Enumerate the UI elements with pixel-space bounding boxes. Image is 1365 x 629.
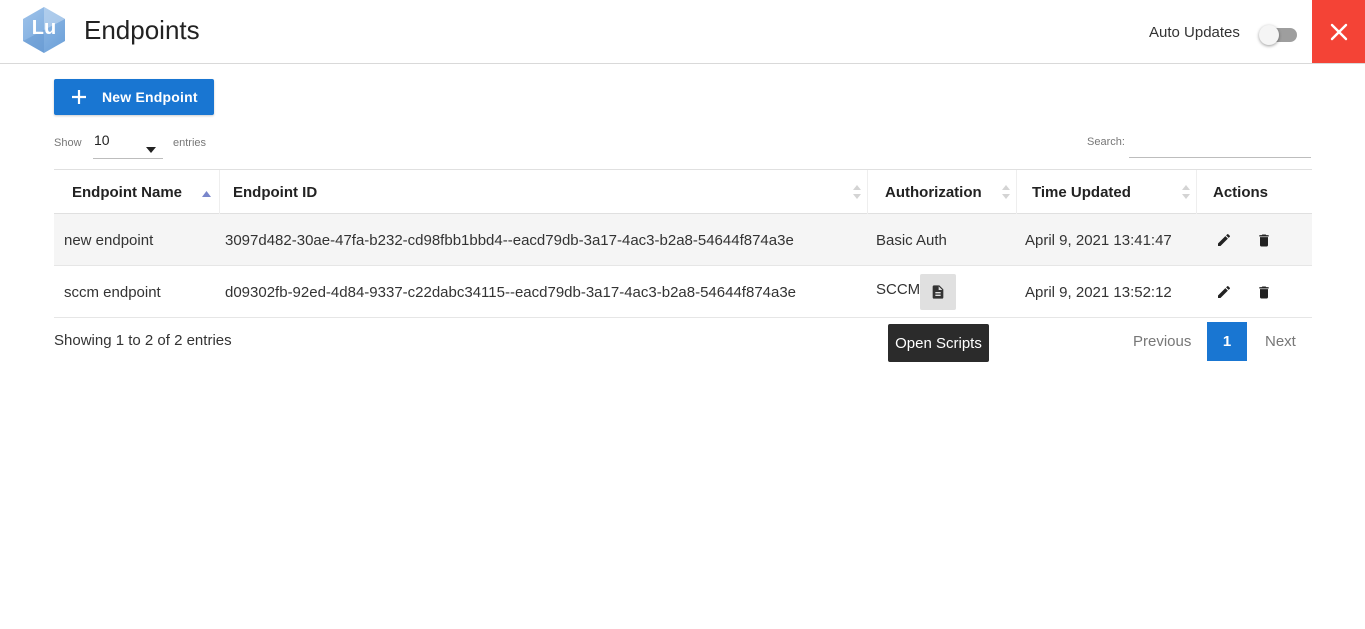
endpoint-id-cell: 3097d482-30ae-47fa-b232-cd98fbb1bbd4--ea… — [225, 231, 794, 249]
close-icon — [1330, 23, 1347, 40]
page-length-value: 10 — [94, 132, 110, 148]
search-label: Search: — [1087, 136, 1125, 148]
plus-icon — [72, 90, 86, 104]
column-header-endpoint-name[interactable]: Endpoint Name — [72, 170, 222, 214]
table-header: Endpoint Name Endpoint ID Authorization … — [54, 170, 1312, 214]
table-row: sccm endpoint d09302fb-92ed-4d84-9337-c2… — [54, 266, 1312, 318]
page-title: Endpoints — [84, 15, 200, 45]
sort-ascending-icon — [202, 184, 211, 202]
pencil-icon — [1218, 233, 1231, 246]
app-logo: Lu — [22, 6, 66, 54]
column-divider — [867, 170, 868, 214]
column-label: Time Updated — [1032, 183, 1131, 201]
column-divider — [219, 170, 220, 214]
delete-button[interactable] — [1254, 214, 1274, 266]
column-divider — [1196, 170, 1197, 214]
trash-icon — [1259, 234, 1269, 246]
pencil-icon — [1218, 285, 1231, 298]
endpoints-table: Endpoint Name Endpoint ID Authorization … — [54, 169, 1312, 318]
edit-button[interactable] — [1214, 266, 1234, 318]
trash-icon — [1259, 286, 1269, 298]
caret-down-icon — [146, 140, 156, 158]
pagination-next[interactable]: Next — [1265, 333, 1296, 350]
page-length-select[interactable]: 10 — [93, 127, 163, 159]
column-divider — [1016, 170, 1017, 214]
edit-button[interactable] — [1214, 214, 1234, 266]
logo-text: Lu — [31, 17, 57, 39]
column-header-actions: Actions — [1213, 170, 1303, 214]
close-button[interactable] — [1312, 0, 1365, 63]
entries-label: entries — [173, 137, 207, 149]
column-label: Actions — [1213, 183, 1269, 201]
sort-both-icon — [1002, 185, 1010, 204]
column-header-authorization[interactable]: Authorization — [885, 170, 1005, 214]
time-updated-cell: April 9, 2021 13:52:12 — [1025, 283, 1172, 301]
time-updated-cell: April 9, 2021 13:41:47 — [1025, 231, 1172, 249]
open-scripts-tooltip: Open Scripts — [888, 324, 989, 362]
sort-both-icon — [853, 185, 861, 204]
new-endpoint-button[interactable]: New Endpoint — [54, 79, 214, 115]
column-header-time-updated[interactable]: Time Updated — [1032, 170, 1172, 214]
endpoint-id-cell: d09302fb-92ed-4d84-9337-c22dabc34115--ea… — [225, 283, 797, 301]
auto-updates-toggle[interactable] — [1259, 25, 1297, 45]
document-icon — [932, 285, 944, 299]
column-label: Endpoint Name — [72, 183, 183, 201]
new-endpoint-label: New Endpoint — [102, 89, 198, 105]
search-input[interactable] — [1129, 128, 1311, 158]
pagination-page-1[interactable]: 1 — [1207, 322, 1247, 361]
auto-updates-label: Auto Updates — [1149, 24, 1240, 41]
column-label: Authorization — [885, 183, 982, 201]
column-label: Endpoint ID — [233, 183, 318, 201]
show-label: Show — [54, 137, 82, 149]
table-info: Showing 1 to 2 of 2 entries — [54, 332, 232, 349]
delete-button[interactable] — [1254, 266, 1274, 318]
table-row: new endpoint 3097d482-30ae-47fa-b232-cd9… — [54, 214, 1312, 266]
endpoint-name-cell: new endpoint — [64, 231, 154, 249]
pagination-previous[interactable]: Previous — [1133, 333, 1191, 350]
column-header-endpoint-id[interactable]: Endpoint ID — [233, 170, 833, 214]
toggle-knob — [1259, 25, 1279, 45]
authorization-cell: SCCM — [876, 280, 921, 298]
open-scripts-button[interactable] — [920, 274, 956, 310]
endpoint-name-cell: sccm endpoint — [64, 283, 161, 301]
app-header: Lu Endpoints Auto Updates — [0, 0, 1365, 64]
sort-both-icon — [1182, 185, 1190, 204]
authorization-cell: Basic Auth — [876, 231, 947, 249]
